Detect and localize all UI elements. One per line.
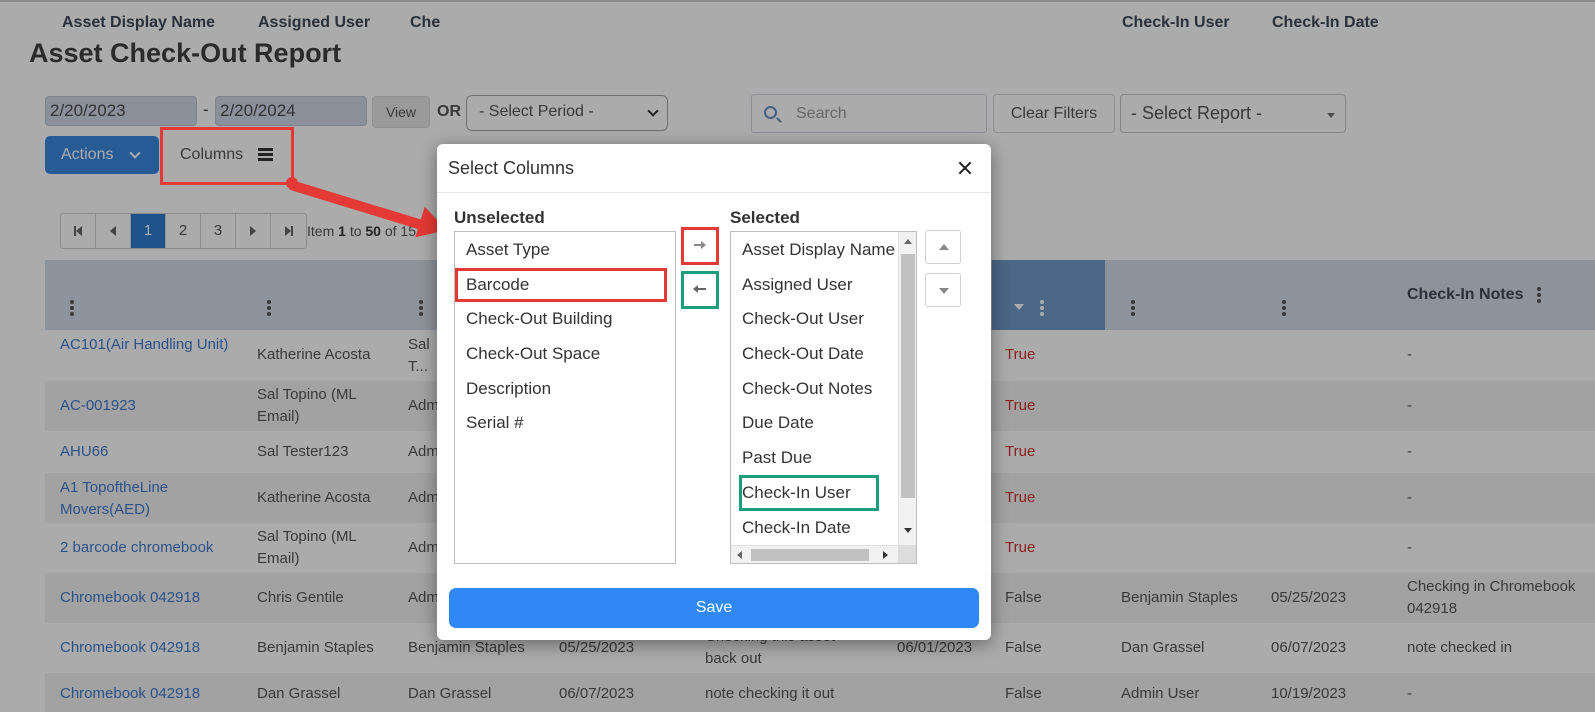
vertical-scroll-thumb[interactable] (901, 254, 915, 498)
list-item[interactable]: Asset Type (466, 240, 550, 260)
selected-list[interactable]: Asset Display Name Assigned User Check-O… (730, 231, 917, 564)
scroll-down-icon[interactable] (904, 528, 912, 533)
scrollbar-corner (898, 545, 916, 563)
close-icon[interactable] (957, 160, 973, 176)
list-item[interactable]: Description (466, 379, 551, 399)
dialog-header: Select Columns (437, 144, 991, 193)
list-item[interactable]: Check-Out Date (742, 344, 864, 364)
columns-highlight (160, 127, 294, 185)
list-item[interactable]: Check-In Date (742, 518, 851, 538)
triangle-down-icon (939, 288, 949, 294)
save-button[interactable]: Save (449, 588, 979, 628)
move-up-button[interactable] (925, 230, 961, 264)
horizontal-scrollbar[interactable] (731, 545, 898, 563)
vertical-scrollbar[interactable] (898, 232, 916, 545)
list-item[interactable]: Past Due (742, 448, 812, 468)
unselected-label: Unselected (454, 208, 545, 227)
scroll-right-icon[interactable] (883, 551, 888, 559)
horizontal-scroll-thumb[interactable] (751, 549, 869, 561)
move-right-highlight (681, 227, 719, 265)
select-columns-dialog: Select Columns Unselected Selected Asset… (437, 144, 991, 640)
checkin-user-highlight (739, 475, 879, 511)
list-item[interactable]: Check-Out Notes (742, 379, 872, 399)
list-item[interactable]: Assigned User (742, 275, 853, 295)
move-down-button[interactable] (925, 273, 961, 307)
selected-label: Selected (730, 208, 800, 227)
dialog-title: Select Columns (448, 158, 575, 178)
list-item[interactable]: Check-Out Space (466, 344, 600, 364)
list-item[interactable]: Check-Out User (742, 309, 864, 329)
barcode-highlight (455, 268, 667, 302)
list-item[interactable]: Asset Display Name (742, 240, 895, 260)
scroll-up-icon[interactable] (904, 239, 912, 244)
scroll-left-icon[interactable] (737, 551, 742, 559)
list-item[interactable]: Due Date (742, 413, 814, 433)
list-item[interactable]: Check-Out Building (466, 309, 612, 329)
report-page: Asset Check-Out Report 2/20/2023 - 2/20/… (0, 0, 1595, 712)
triangle-up-icon (939, 244, 949, 250)
list-item[interactable]: Serial # (466, 413, 524, 433)
move-left-highlight (681, 271, 719, 309)
